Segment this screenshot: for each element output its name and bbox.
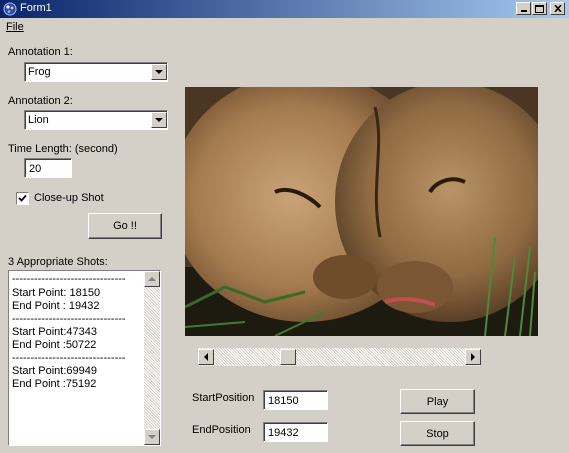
scroll-up-button[interactable] (144, 271, 160, 287)
list-item: Start Point:69949 (12, 365, 98, 377)
list-item: Start Point:47343 (12, 326, 98, 338)
maximize-icon (535, 4, 544, 13)
annotation2-combo-frame: Lion (25, 111, 167, 129)
shots-label: 3 Appropriate Shots: (8, 256, 108, 268)
video-frame (185, 87, 538, 336)
play-button-label: Play (426, 395, 449, 408)
dropdown-arrow-icon (155, 118, 163, 122)
go-button[interactable]: Go !! (88, 213, 162, 239)
list-item: End Point :75192 (12, 378, 97, 390)
minimize-button[interactable] (516, 2, 531, 15)
menu-file[interactable]: File (6, 21, 24, 33)
shots-scrollbar[interactable] (144, 271, 160, 445)
time-length-label: Time Length: (second) (8, 143, 118, 155)
menu-bar: File (0, 18, 569, 36)
scroll-left-button[interactable] (198, 349, 214, 365)
close-button[interactable] (550, 2, 565, 15)
scroll-down-button[interactable] (144, 429, 160, 445)
start-position-label: StartPosition (192, 392, 255, 404)
annotation2-label: Annotation 2: (8, 95, 73, 107)
scroll-down-icon (148, 435, 156, 439)
annotation1-combo[interactable]: Frog (24, 62, 168, 82)
closeup-label: Close-up Shot (34, 192, 104, 204)
time-length-value: 20 (29, 163, 42, 175)
app-icon (3, 2, 17, 16)
end-position-value: 19432 (268, 427, 299, 439)
video-position-scrollbar[interactable] (198, 348, 481, 366)
scroll-up-icon (148, 277, 156, 281)
stop-button[interactable]: Stop (400, 421, 475, 446)
start-position-input[interactable]: 18150 (263, 390, 328, 410)
minimize-icon (520, 10, 527, 12)
time-length-frame: 20 (25, 159, 71, 177)
annotation2-dropdown-button[interactable] (151, 112, 167, 128)
dropdown-arrow-icon (155, 70, 163, 74)
end-position-label: EndPosition (192, 424, 251, 436)
list-item: ------------------------------- (12, 352, 126, 364)
annotation1-combo-frame: Frog (25, 63, 167, 81)
video-image (185, 87, 538, 336)
scroll-thumb[interactable] (280, 349, 296, 365)
close-icon (553, 5, 562, 12)
stop-button-label: Stop (426, 427, 449, 440)
list-item: End Point :50722 (12, 339, 97, 351)
end-position-frame: 19432 (264, 423, 327, 441)
annotation1-dropdown-button[interactable] (151, 64, 167, 80)
time-length-input[interactable]: 20 (24, 158, 72, 178)
scroll-right-button[interactable] (465, 349, 481, 365)
shots-listbox[interactable]: ------------------------------- Start Po… (8, 270, 161, 446)
start-position-value: 18150 (268, 395, 299, 407)
annotation1-value: Frog (28, 66, 51, 78)
start-position-frame: 18150 (264, 391, 327, 409)
play-button[interactable]: Play (400, 389, 475, 414)
list-item: ------------------------------- (12, 313, 126, 325)
annotation1-label: Annotation 1: (8, 46, 73, 58)
list-item: ------------------------------- (12, 273, 126, 285)
maximize-button[interactable] (532, 2, 547, 15)
scroll-left-icon (204, 353, 208, 361)
go-button-label: Go !! (113, 220, 137, 232)
closeup-checkbox[interactable] (16, 192, 29, 205)
annotation2-value: Lion (28, 114, 49, 126)
scroll-right-icon (471, 353, 475, 361)
title-bar[interactable]: Form1 (0, 0, 569, 18)
list-item: End Point : 19432 (12, 300, 100, 312)
list-item: Start Point: 18150 (12, 287, 101, 299)
end-position-input[interactable]: 19432 (263, 422, 328, 442)
window-title: Form1 (20, 2, 52, 14)
main-window: Form1 File Annotation 1: Frog Annotation… (0, 0, 569, 453)
check-icon (18, 194, 27, 202)
annotation2-combo[interactable]: Lion (24, 110, 168, 130)
